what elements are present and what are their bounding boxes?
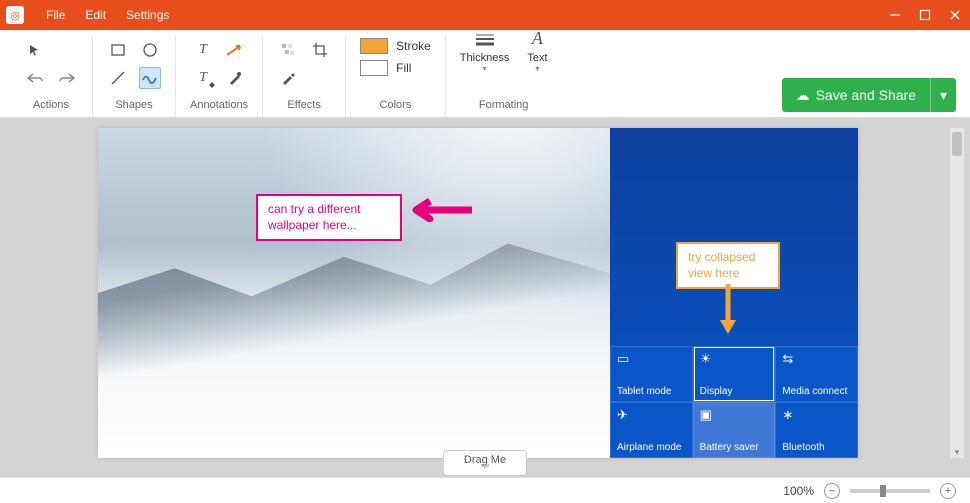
minimize-button[interactable] — [880, 0, 910, 30]
text-format-dropdown[interactable]: AText▾ — [527, 28, 547, 73]
stroke-swatch[interactable] — [360, 38, 388, 54]
tile-battery-saver[interactable]: ▣Battery saver — [693, 402, 776, 458]
freehand-tool[interactable] — [139, 67, 161, 89]
window-controls — [880, 0, 970, 30]
pink-arrow-icon — [406, 198, 476, 222]
tile-bluetooth[interactable]: ∗Bluetooth — [775, 402, 858, 458]
redo-button[interactable] — [56, 67, 78, 89]
blur-tool[interactable] — [277, 39, 299, 61]
fill-label: Fill — [396, 61, 411, 75]
save-share-dropdown[interactable]: ▾ — [930, 78, 956, 112]
crop-tool[interactable] — [309, 39, 331, 61]
arrow-tool[interactable] — [224, 39, 246, 61]
bluetooth-icon: ∗ — [782, 407, 851, 423]
ribbon-label-effects: Effects — [287, 99, 320, 111]
ribbon-label-shapes: Shapes — [115, 99, 152, 111]
media-connect-icon: ⇆ — [782, 351, 851, 367]
ribbon-group-colors: Stroke Fill Colors — [346, 36, 446, 117]
tile-display[interactable]: ☀Display — [693, 346, 776, 402]
stroke-label: Stroke — [396, 39, 431, 53]
save-share-button[interactable]: ☁Save and Share ▾ — [782, 78, 956, 112]
zoom-slider[interactable] — [850, 489, 930, 493]
line-tool[interactable] — [107, 67, 129, 89]
brightness-icon: ☀ — [700, 351, 769, 367]
chevron-down-icon: ︾ — [464, 466, 506, 472]
menu-file[interactable]: File — [36, 8, 75, 22]
app-icon: ◎ — [6, 6, 24, 24]
highlighter-tool[interactable] — [224, 67, 246, 89]
orange-arrow-icon — [716, 282, 740, 338]
thickness-dropdown[interactable]: Thickness▾ — [460, 28, 510, 73]
zoom-slider-knob[interactable] — [880, 485, 886, 497]
ribbon-group-formatting: Thickness▾ AText▾ Formating — [446, 36, 562, 117]
canvas[interactable]: ▭Tablet mode ☀Display ⇆Media connect ✈Ai… — [98, 128, 858, 458]
ribbon-label-actions: Actions — [33, 99, 69, 111]
work-area: ▭Tablet mode ☀Display ⇆Media connect ✈Ai… — [0, 118, 970, 477]
scrollbar-thumb[interactable] — [952, 132, 962, 156]
ribbon-label-formatting: Formating — [479, 99, 529, 111]
tablet-icon: ▭ — [617, 351, 686, 367]
title-bar: ◎ File Edit Settings — [0, 0, 970, 30]
callout-tool[interactable]: T — [192, 67, 214, 89]
cloud-icon: ☁ — [796, 87, 810, 104]
zoom-out-button[interactable]: − — [824, 483, 840, 499]
rectangle-tool[interactable] — [107, 39, 129, 61]
menu-edit[interactable]: Edit — [75, 8, 116, 22]
ribbon-group-annotations: T T Annotations — [176, 36, 263, 117]
screenshot-wallpaper — [98, 128, 610, 458]
status-bar: 100% − + — [0, 477, 970, 503]
fill-swatch[interactable] — [360, 60, 388, 76]
text-tool[interactable]: T — [192, 39, 214, 61]
ribbon-label-annotations: Annotations — [190, 99, 248, 111]
ribbon: Actions Shapes T T Annotations — [0, 30, 970, 118]
airplane-icon: ✈ — [617, 407, 686, 423]
maximize-button[interactable] — [910, 0, 940, 30]
annotation-pink[interactable]: can try a different wallpaper here... — [256, 194, 402, 241]
tiles-grid: ▭Tablet mode ☀Display ⇆Media connect ✈Ai… — [610, 346, 858, 458]
drag-me-handle[interactable]: Drag Me ︾ — [443, 450, 527, 476]
ribbon-group-actions: Actions — [10, 36, 93, 117]
ribbon-group-shapes: Shapes — [93, 36, 176, 117]
zoom-value: 100% — [783, 484, 814, 498]
tile-airplane-mode[interactable]: ✈Airplane mode — [610, 402, 693, 458]
undo-button[interactable] — [24, 67, 46, 89]
ribbon-label-colors: Colors — [380, 99, 412, 111]
tile-tablet-mode[interactable]: ▭Tablet mode — [610, 346, 693, 402]
menu-settings[interactable]: Settings — [116, 8, 179, 22]
battery-icon: ▣ — [700, 407, 769, 423]
zoom-in-button[interactable]: + — [940, 483, 956, 499]
vertical-scrollbar[interactable]: ▴ ▾ — [950, 128, 964, 458]
ellipse-tool[interactable] — [139, 39, 161, 61]
close-button[interactable] — [940, 0, 970, 30]
select-tool[interactable] — [24, 39, 46, 61]
eyedropper-tool[interactable] — [277, 67, 299, 89]
ribbon-group-effects: Effects — [263, 36, 346, 117]
tile-media-connect[interactable]: ⇆Media connect — [775, 346, 858, 402]
